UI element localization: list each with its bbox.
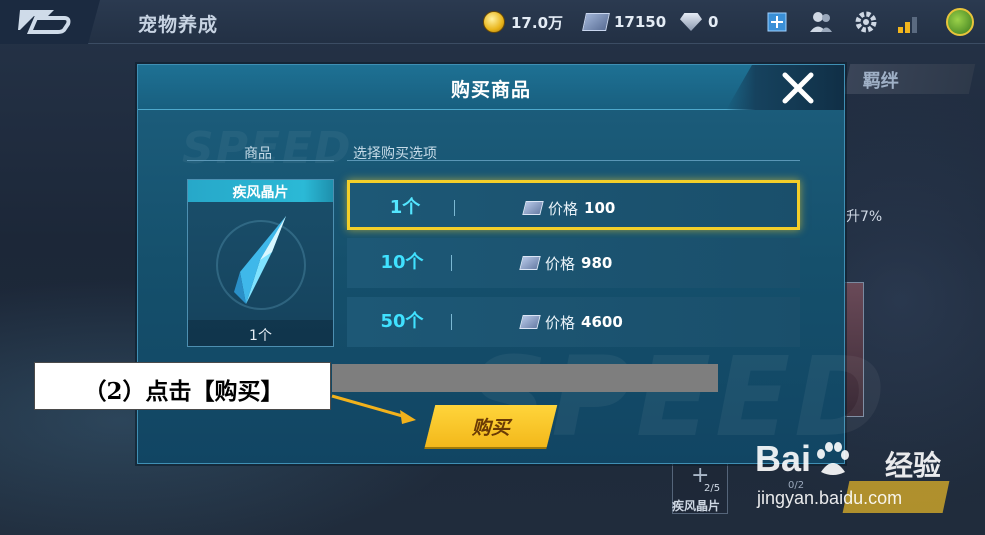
header-divider-options bbox=[347, 160, 800, 161]
redacted-bar bbox=[332, 364, 718, 392]
option-separator bbox=[451, 255, 452, 271]
top-bar: 宠物养成 17.0万 17150 0 bbox=[0, 0, 985, 44]
annotation-text: （2）点击【购买】 bbox=[83, 378, 284, 405]
coin-icon bbox=[483, 11, 505, 33]
header-divider-item bbox=[187, 160, 334, 161]
option-10[interactable]: 10个 价格 980 bbox=[347, 238, 800, 288]
baidu-watermark: Bai 经验 jingyan.baidu.com bbox=[755, 438, 980, 518]
baidu-jingyan-label: 经验 bbox=[885, 449, 942, 482]
plus-icon bbox=[767, 12, 787, 32]
game-logo[interactable] bbox=[0, 0, 100, 44]
add-button[interactable] bbox=[764, 9, 790, 35]
slot-label: 疾风晶片 bbox=[672, 499, 721, 513]
item-name-bar: 疾风晶片 bbox=[188, 180, 333, 202]
gem-counter: 17150 bbox=[582, 9, 667, 35]
item-quantity: 1个 bbox=[249, 328, 272, 344]
option-price-label: 价格 bbox=[545, 313, 576, 332]
option-quantity: 50个 bbox=[380, 311, 424, 332]
option-quantity: 1个 bbox=[389, 197, 421, 218]
diamond-counter: 0 bbox=[680, 9, 718, 35]
item-card: 疾风晶片 1个 bbox=[187, 179, 334, 347]
option-price-value: 100 bbox=[584, 199, 616, 217]
option-50[interactable]: 50个 价格 4600 bbox=[347, 297, 800, 347]
diamond-value: 0 bbox=[708, 13, 719, 31]
annotation-callout: （2）点击【购买】 bbox=[34, 362, 331, 410]
annotation-arrow-icon bbox=[331, 394, 416, 424]
coin-value: 17.0万 bbox=[511, 13, 564, 32]
slot-count: 2/5 bbox=[704, 483, 721, 494]
side-bonus-text: 升7% bbox=[846, 209, 883, 225]
screen-title: 宠物养成 bbox=[138, 14, 219, 36]
gem-card-icon bbox=[582, 13, 610, 31]
baidu-url: jingyan.baidu.com bbox=[757, 488, 903, 508]
option-1[interactable]: 1个 价格 100 bbox=[347, 180, 800, 230]
option-price-value: 4600 bbox=[581, 313, 623, 331]
gem-value: 17150 bbox=[614, 13, 667, 31]
option-quantity: 10个 bbox=[380, 252, 424, 273]
option-separator bbox=[454, 200, 455, 216]
option-separator bbox=[451, 314, 452, 330]
player-avatar[interactable] bbox=[946, 8, 974, 36]
close-icon bbox=[782, 72, 814, 104]
speed-logo-icon bbox=[18, 10, 71, 34]
baidu-brand: Bai bbox=[755, 438, 812, 479]
close-button[interactable] bbox=[780, 70, 816, 106]
option-price: 价格 4600 bbox=[519, 297, 623, 347]
option-price: 价格 980 bbox=[519, 238, 613, 288]
people-icon bbox=[810, 12, 832, 32]
gear-icon bbox=[855, 11, 877, 33]
buy-button-label: 购买 bbox=[471, 417, 510, 439]
tab-bond[interactable]: 羁绊 bbox=[843, 64, 976, 94]
option-price-label: 价格 bbox=[545, 254, 576, 273]
coin-counter: 17.0万 bbox=[483, 9, 563, 35]
tab-bond-label: 羁绊 bbox=[862, 71, 899, 92]
option-price-label: 价格 bbox=[548, 199, 579, 218]
option-price: 价格 100 bbox=[522, 183, 616, 233]
item-quantity-bar: 1个 bbox=[188, 320, 333, 346]
item-name: 疾风晶片 bbox=[232, 185, 289, 201]
buy-button[interactable]: 购买 bbox=[424, 405, 558, 447]
paw-icon bbox=[817, 442, 849, 475]
gem-card-icon bbox=[519, 256, 541, 270]
gem-card-icon bbox=[522, 201, 544, 215]
friends-button[interactable] bbox=[808, 9, 834, 35]
settings-button[interactable] bbox=[853, 9, 879, 35]
crystal-shard-icon bbox=[234, 216, 286, 304]
signal-bars-icon bbox=[898, 15, 918, 33]
gem-card-icon bbox=[519, 315, 541, 329]
diamond-icon bbox=[680, 13, 702, 31]
option-price-value: 980 bbox=[581, 254, 613, 272]
